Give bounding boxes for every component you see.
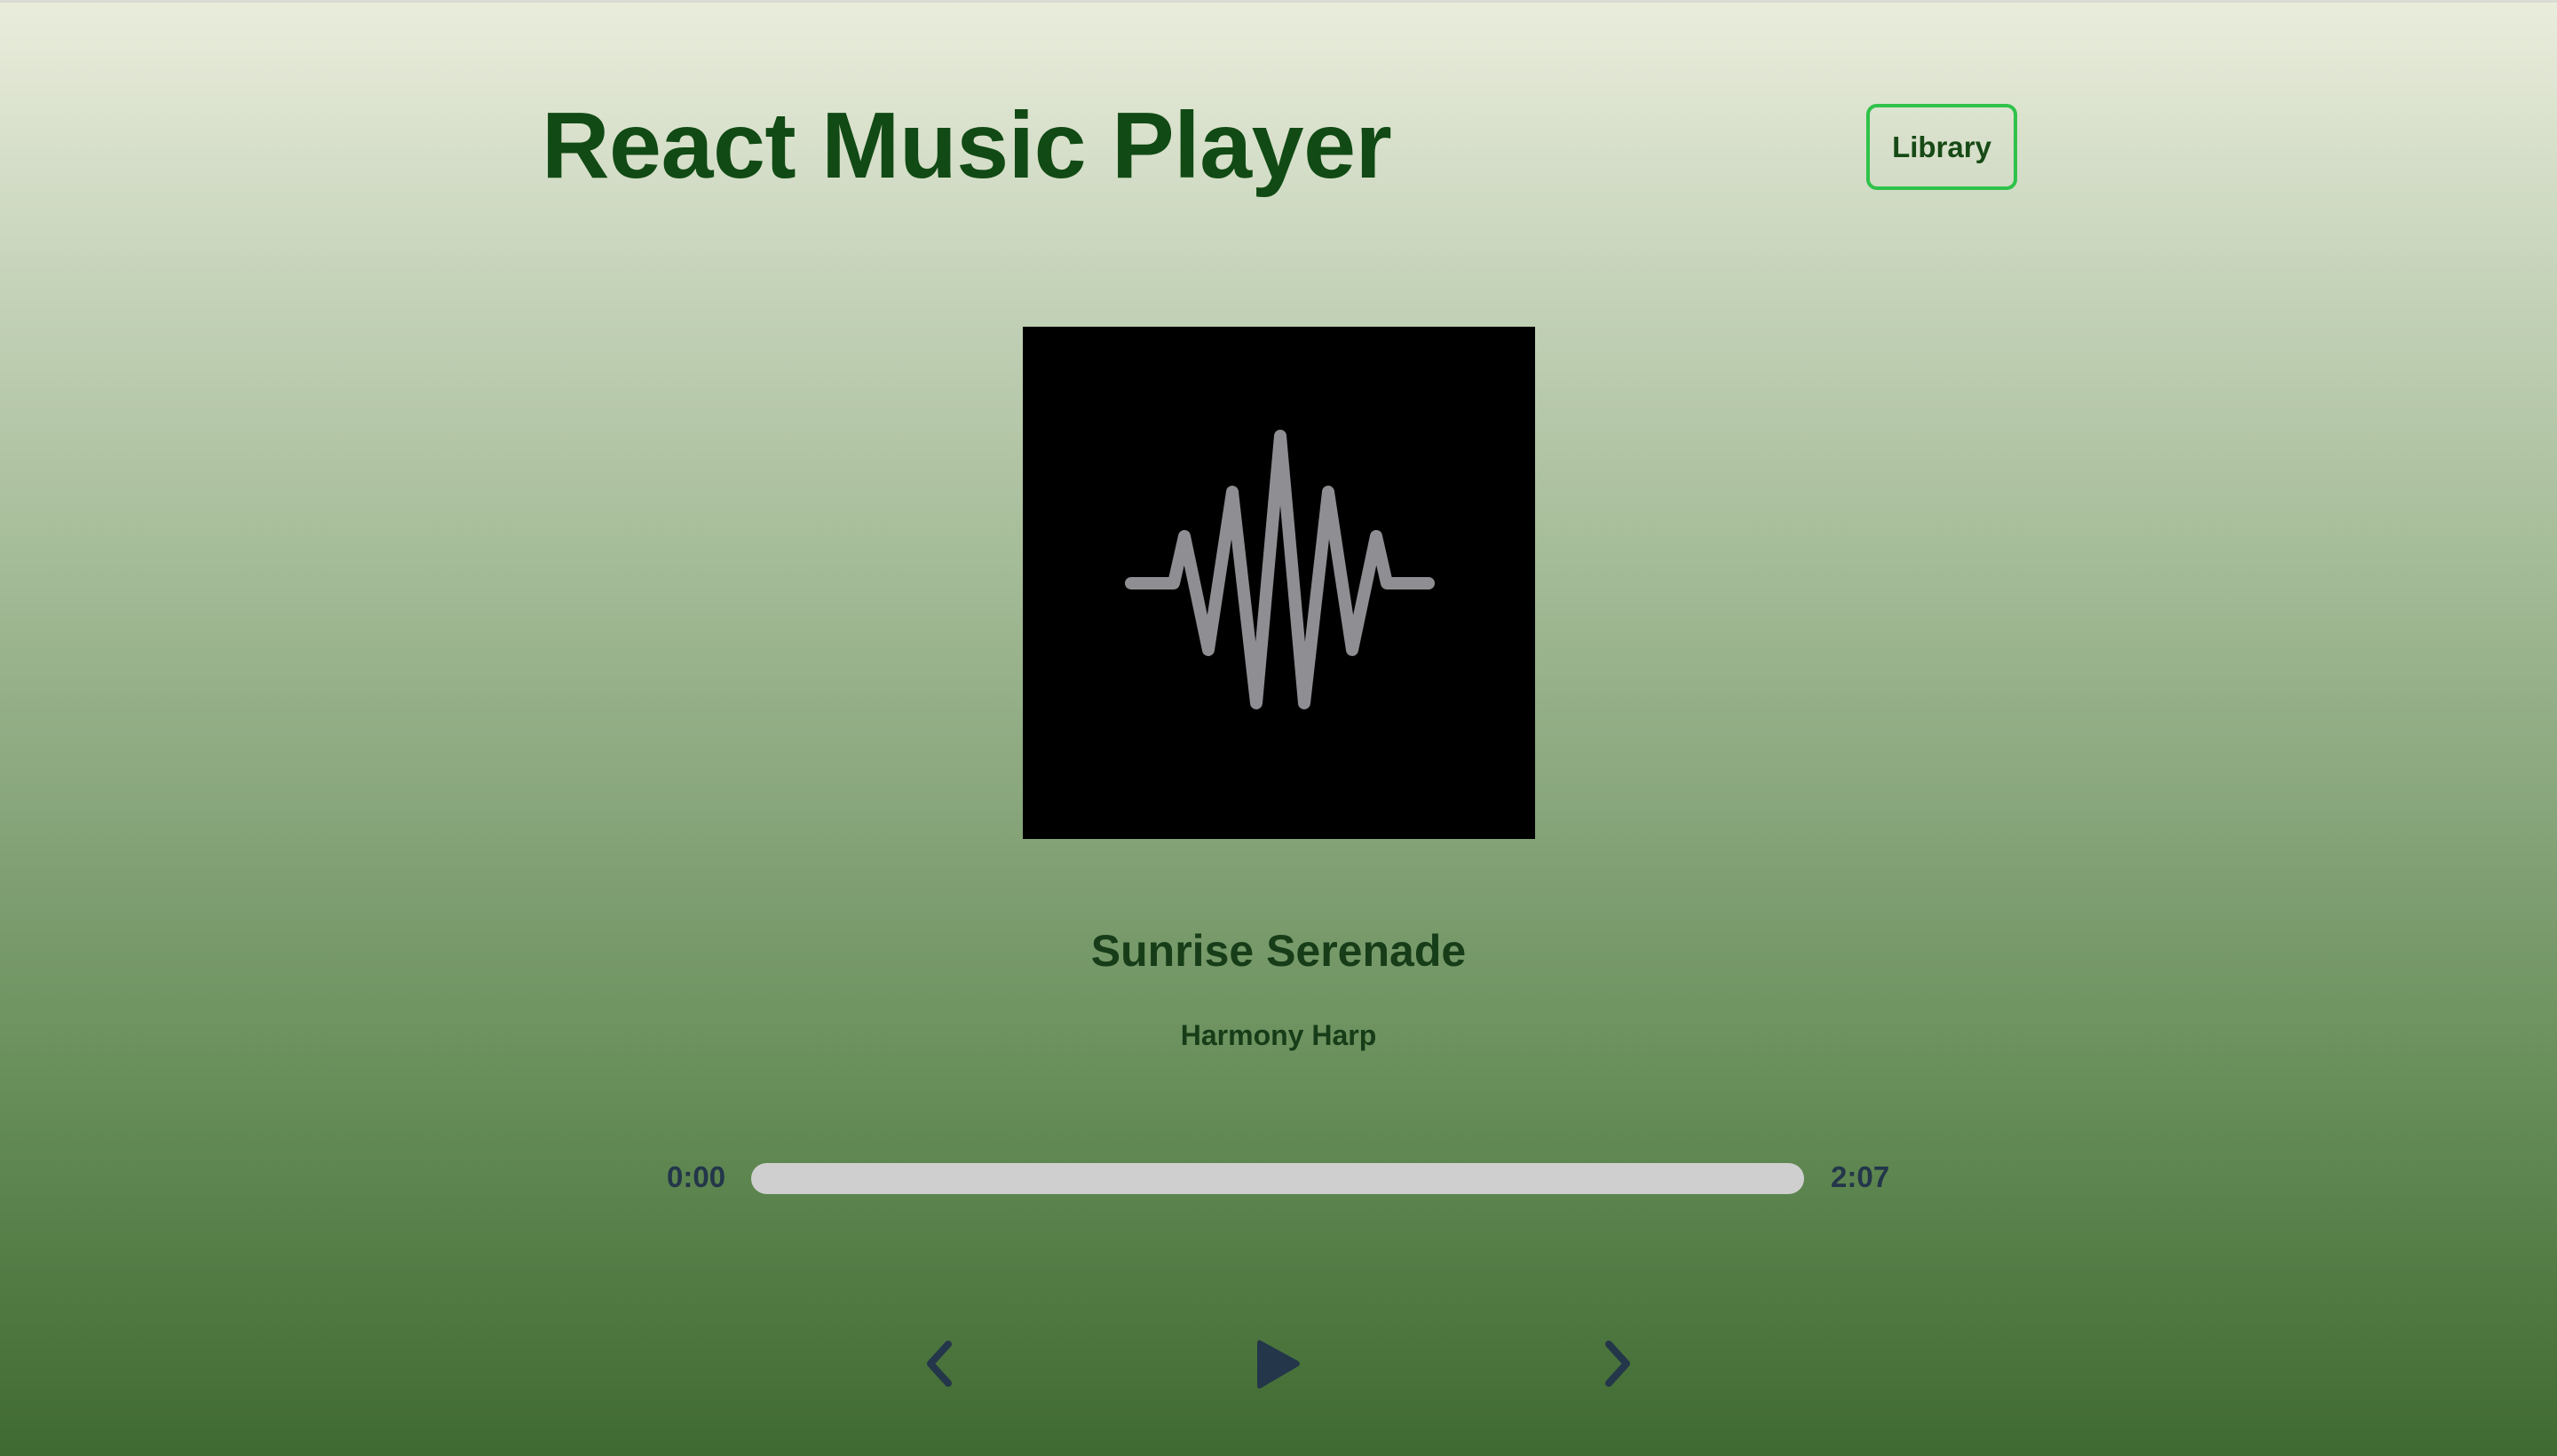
album-cover — [1023, 327, 1535, 839]
library-button[interactable]: Library — [1866, 104, 2017, 190]
waveform-icon — [1125, 430, 1435, 709]
play-icon — [1257, 1340, 1300, 1389]
chevron-left-icon — [927, 1341, 952, 1387]
play-button[interactable] — [1247, 1332, 1310, 1396]
current-time: 0:00 — [667, 1160, 726, 1193]
song-title: Sunrise Serenade — [1090, 926, 1467, 976]
progress-slider[interactable] — [751, 1163, 1804, 1194]
chevron-right-icon — [1605, 1341, 1630, 1387]
next-button[interactable] — [1586, 1332, 1650, 1396]
total-time: 2:07 — [1831, 1160, 1890, 1193]
song-artist: Harmony Harp — [1180, 1019, 1377, 1051]
top-border — [0, 0, 2557, 3]
previous-button[interactable] — [907, 1332, 971, 1396]
page-title: React Music Player — [542, 93, 1392, 198]
